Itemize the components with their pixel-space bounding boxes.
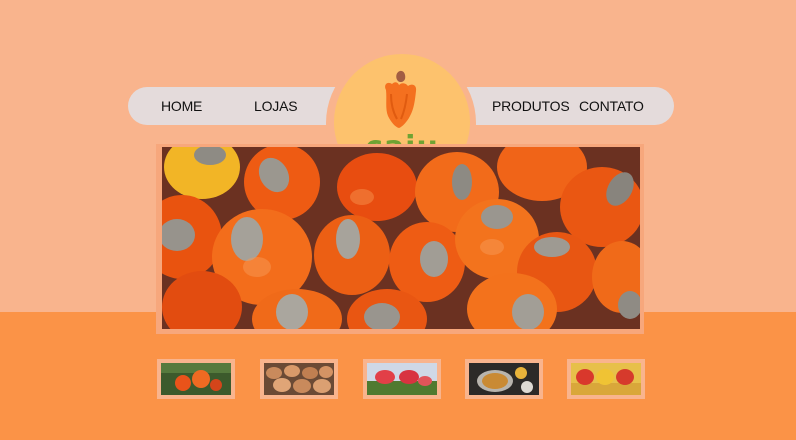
cashew-tree-photo xyxy=(161,363,231,395)
nav-bar-left: HOME LOJAS xyxy=(128,87,358,125)
gallery-thumbnail[interactable] xyxy=(465,359,543,399)
hero-image xyxy=(162,147,640,329)
nav-lojas-link[interactable]: LOJAS xyxy=(254,87,298,125)
cashew-apples-photo xyxy=(162,147,640,329)
gallery-thumbnail[interactable] xyxy=(567,359,645,399)
cashew-fruit-icon xyxy=(385,70,417,128)
nav-produtos-link[interactable]: PRODUTOS xyxy=(492,87,570,125)
cashew-branch-photo xyxy=(367,363,437,395)
nav-contato-link[interactable]: CONTATO xyxy=(579,87,644,125)
cashew-pile-photo xyxy=(264,363,334,395)
nav-home-link[interactable]: HOME xyxy=(161,87,202,125)
gallery-thumbnail[interactable] xyxy=(260,359,338,399)
cashew-market-photo xyxy=(571,363,641,395)
gallery-thumbnail[interactable] xyxy=(363,359,441,399)
cashew-dish-photo xyxy=(469,363,539,395)
gallery-thumbnail[interactable] xyxy=(157,359,235,399)
